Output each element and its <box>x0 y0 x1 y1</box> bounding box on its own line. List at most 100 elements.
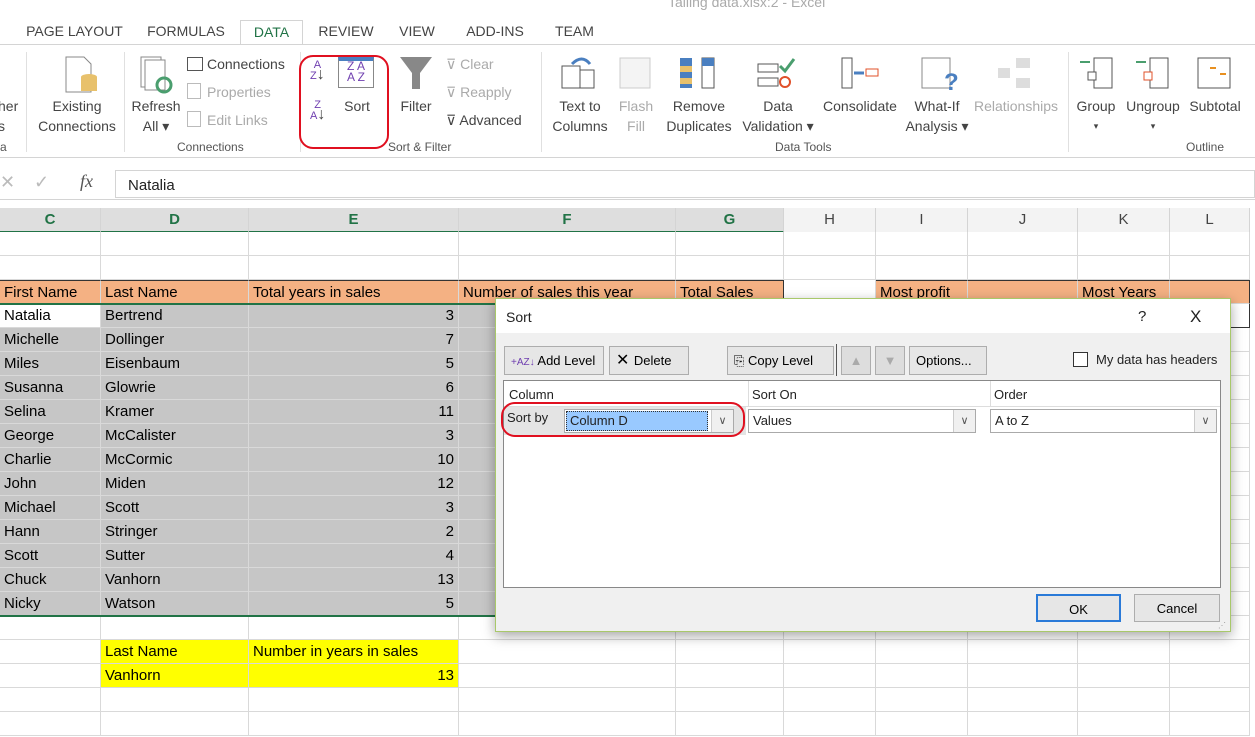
cell[interactable] <box>0 712 101 736</box>
cell[interactable] <box>101 616 249 640</box>
tab-team[interactable]: TEAM <box>547 20 602 45</box>
subtotal-button[interactable]: Subtotal <box>1186 96 1244 116</box>
tab-formulas[interactable]: FORMULAS <box>140 20 232 45</box>
cell[interactable] <box>676 256 784 280</box>
cell[interactable] <box>0 688 101 712</box>
cell[interactable] <box>459 256 676 280</box>
cell[interactable] <box>968 664 1078 688</box>
reapply-button[interactable]: ⊽ Reapply <box>446 82 512 102</box>
column-header-K[interactable]: K <box>1078 208 1170 233</box>
cell[interactable] <box>1078 688 1170 712</box>
cell[interactable] <box>676 640 784 664</box>
table-cell[interactable]: 2 <box>249 520 459 544</box>
table-cell[interactable]: Scott <box>0 544 101 568</box>
table-cell[interactable]: Stringer <box>101 520 249 544</box>
cell[interactable] <box>676 688 784 712</box>
cell[interactable] <box>1078 232 1170 256</box>
cell[interactable] <box>784 664 876 688</box>
cell[interactable] <box>1170 256 1250 280</box>
table-cell[interactable]: John <box>0 472 101 496</box>
cell[interactable] <box>459 664 676 688</box>
table-cell[interactable]: Dollinger <box>101 328 249 352</box>
cell[interactable] <box>101 256 249 280</box>
table-cell[interactable]: 5 <box>249 592 459 616</box>
table-cell[interactable]: Miles <box>0 352 101 376</box>
lookup-cell[interactable]: 13 <box>249 664 459 688</box>
close-button[interactable]: X <box>1190 307 1201 327</box>
cell[interactable] <box>784 256 876 280</box>
cell[interactable] <box>1078 664 1170 688</box>
column-header-I[interactable]: I <box>876 208 968 233</box>
move-up-button[interactable]: ▲ <box>841 346 871 375</box>
table-header-cell[interactable]: Total years in sales <box>249 280 459 304</box>
filter-button[interactable]: Filter <box>396 96 436 116</box>
cell[interactable] <box>0 232 101 256</box>
options-button[interactable]: Options... <box>909 346 987 375</box>
remove-duplicates-button[interactable]: Remove Duplicates <box>660 96 738 136</box>
lookup-header-cell[interactable]: Number in years in sales <box>249 640 459 664</box>
what-if-analysis-button[interactable]: What-If Analysis ▾ <box>905 96 969 136</box>
lookup-header-cell[interactable]: Last Name <box>101 640 249 664</box>
cell[interactable] <box>784 688 876 712</box>
table-cell[interactable]: 3 <box>249 424 459 448</box>
table-cell[interactable]: 4 <box>249 544 459 568</box>
column-header-D[interactable]: D <box>101 208 249 233</box>
table-cell[interactable]: 3 <box>249 304 459 328</box>
cell[interactable] <box>459 232 676 256</box>
table-cell[interactable]: George <box>0 424 101 448</box>
headers-checkbox[interactable] <box>1073 352 1088 367</box>
cell[interactable] <box>676 664 784 688</box>
column-header-L[interactable]: L <box>1170 208 1250 233</box>
cell[interactable] <box>876 256 968 280</box>
column-header-G[interactable]: G <box>676 208 784 233</box>
cell[interactable] <box>101 688 249 712</box>
delete-level-button[interactable]: ✕ Delete Level <box>609 346 689 395</box>
cell[interactable] <box>876 640 968 664</box>
cell[interactable] <box>1170 688 1250 712</box>
cell[interactable] <box>1170 712 1250 736</box>
table-cell[interactable]: Miden <box>101 472 249 496</box>
cancel-button[interactable]: Cancel <box>1134 594 1220 622</box>
table-cell[interactable]: Watson <box>101 592 249 616</box>
cell[interactable] <box>676 232 784 256</box>
table-cell[interactable]: Susanna <box>0 376 101 400</box>
cell[interactable] <box>459 688 676 712</box>
cell[interactable] <box>676 712 784 736</box>
get-external-data-button[interactable]: her s <box>0 96 24 136</box>
cell[interactable] <box>968 688 1078 712</box>
column-header-C[interactable]: C <box>0 208 101 233</box>
table-cell[interactable]: Michael <box>0 496 101 520</box>
cell[interactable] <box>101 232 249 256</box>
move-down-button[interactable]: ▼ <box>875 346 905 375</box>
flash-fill-button[interactable]: Flash Fill <box>615 96 657 136</box>
table-cell[interactable]: Kramer <box>101 400 249 424</box>
cell[interactable] <box>968 640 1078 664</box>
table-cell[interactable]: 11 <box>249 400 459 424</box>
consolidate-button[interactable]: Consolidate <box>818 96 902 116</box>
table-cell[interactable]: 7 <box>249 328 459 352</box>
table-cell[interactable]: Selina <box>0 400 101 424</box>
cell[interactable] <box>784 640 876 664</box>
table-cell[interactable]: McCalister <box>101 424 249 448</box>
cell[interactable] <box>0 616 101 640</box>
tab-data[interactable]: DATA <box>240 20 303 45</box>
cell[interactable] <box>876 688 968 712</box>
cell[interactable] <box>968 232 1078 256</box>
cell[interactable] <box>459 640 676 664</box>
cell[interactable] <box>1078 256 1170 280</box>
cell[interactable] <box>249 232 459 256</box>
table-cell[interactable]: Michelle <box>0 328 101 352</box>
add-level-button[interactable]: +AZ↓ Add Level <box>504 346 604 375</box>
table-cell[interactable]: Vanhorn <box>101 568 249 592</box>
table-cell[interactable]: Hann <box>0 520 101 544</box>
confirm-entry-icon[interactable]: ✓ <box>34 172 49 193</box>
cell[interactable] <box>876 712 968 736</box>
table-header-cell[interactable]: Last Name <box>101 280 249 304</box>
table-cell[interactable]: 6 <box>249 376 459 400</box>
resize-grip-icon[interactable]: ⋰ <box>1218 621 1226 630</box>
cell[interactable] <box>0 664 101 688</box>
table-cell[interactable]: Eisenbaum <box>101 352 249 376</box>
cell[interactable] <box>459 712 676 736</box>
order-select[interactable]: A to Z ∨ <box>990 409 1217 433</box>
column-header-E[interactable]: E <box>249 208 459 233</box>
